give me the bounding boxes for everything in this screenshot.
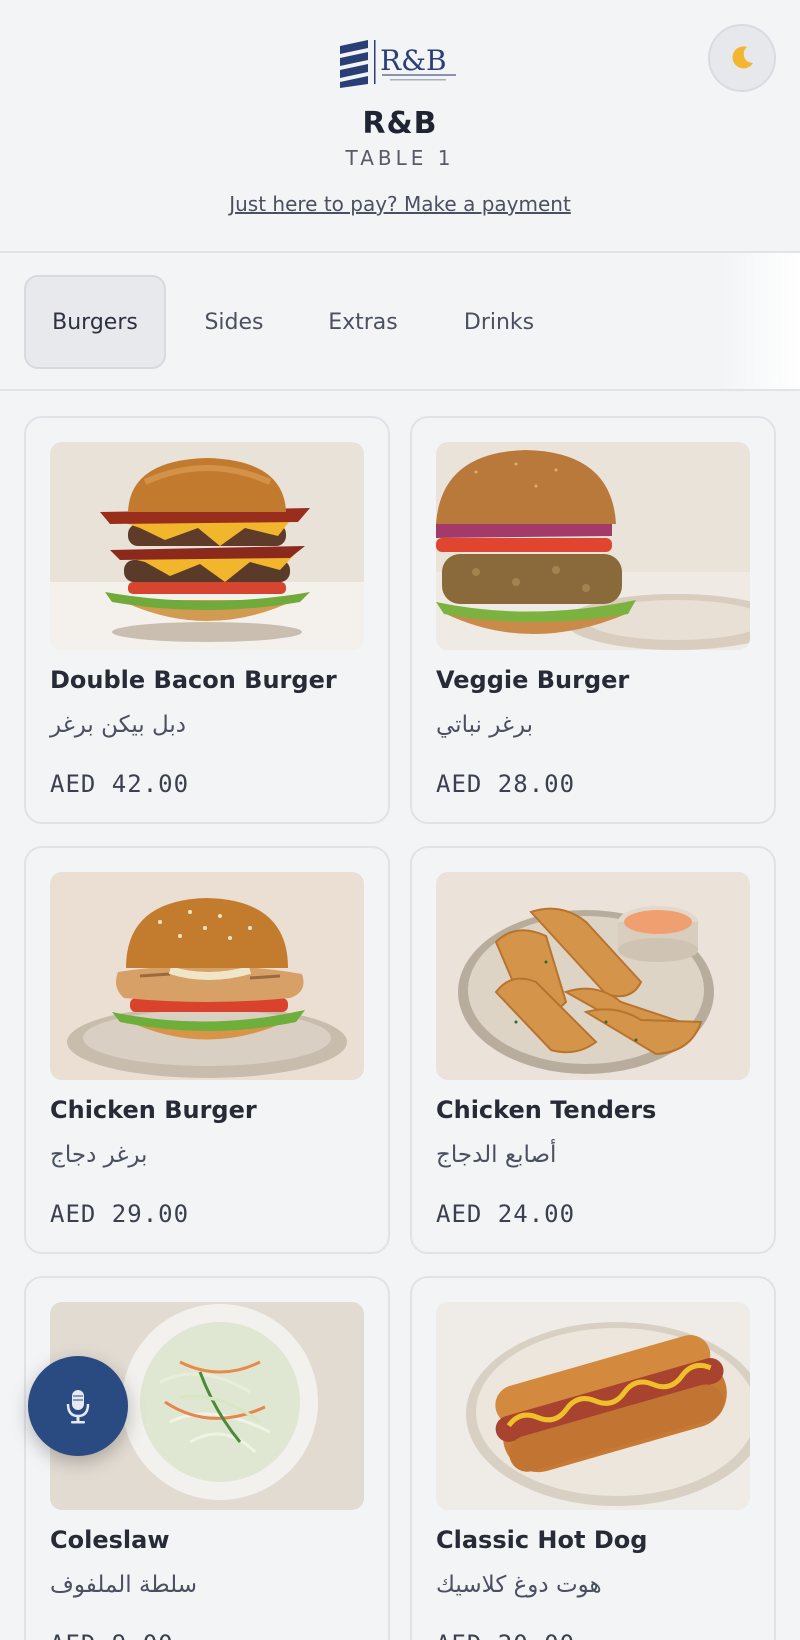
item-name: Classic Hot Dog (436, 1526, 648, 1554)
moon-icon (732, 46, 753, 69)
tab-drinks[interactable]: Drinks (448, 275, 550, 369)
item-name: Chicken Tenders (436, 1096, 657, 1124)
item-name-arabic: برغر نباتي (436, 712, 534, 738)
item-price: AED 20.00 (436, 1630, 575, 1640)
logo-text: R&B (380, 44, 447, 77)
theme-toggle-button[interactable] (708, 24, 776, 92)
item-name: Chicken Burger (50, 1096, 257, 1124)
item-name: Veggie Burger (436, 666, 630, 694)
item-name: Coleslaw (50, 1526, 170, 1554)
menu-item-card[interactable]: Veggie Burger برغر نباتي AED 28.00 (410, 416, 776, 824)
menu-item-card[interactable]: Classic Hot Dog هوت دوغ كلاسيك AED 20.00 (410, 1276, 776, 1640)
table-label: TABLE 1 (345, 146, 455, 170)
menu-page: R&B R&B TABLE 1 Just here to pay? Make a… (0, 0, 800, 1640)
item-price: AED 29.00 (50, 1200, 190, 1228)
item-name-arabic: هوت دوغ كلاسيك (436, 1572, 602, 1598)
item-price: AED 42.00 (50, 770, 190, 798)
item-price: AED 9.00 (50, 1630, 174, 1640)
chicken-tenders-image (436, 872, 750, 1080)
restaurant-logo: R&B (338, 38, 462, 88)
make-payment-link[interactable]: Just here to pay? Make a payment (0, 192, 800, 216)
microphone-icon (66, 1390, 90, 1424)
double-bacon-burger-image (50, 442, 364, 650)
veggie-burger-image (436, 442, 750, 650)
tab-burgers[interactable]: Burgers (24, 275, 166, 369)
voice-order-button[interactable] (28, 1356, 128, 1456)
chicken-burger-image (50, 872, 364, 1080)
classic-hot-dog-image (436, 1302, 750, 1510)
tab-sides[interactable]: Sides (186, 275, 282, 369)
item-name-arabic: برغر دجاج (50, 1142, 148, 1168)
item-price: AED 28.00 (436, 770, 576, 798)
item-name-arabic: دبل بيكن برغر (50, 712, 187, 738)
header: R&B R&B TABLE 1 Just here to pay? Make a… (0, 0, 800, 253)
menu-item-card[interactable]: Coleslaw سلطة الملفوف AED 9.00 (24, 1276, 390, 1640)
item-name: Double Bacon Burger (50, 666, 337, 694)
restaurant-name: R&B (362, 106, 438, 141)
category-tabs: Burgers Sides Extras Drinks (0, 253, 800, 391)
menu-item-card[interactable]: Double Bacon Burger دبل بيكن برغر AED 42… (24, 416, 390, 824)
item-price: AED 24.00 (436, 1200, 576, 1228)
item-name-arabic: أصابع الدجاج (436, 1142, 557, 1168)
menu-item-card[interactable]: Chicken Tenders أصابع الدجاج AED 24.00 (410, 846, 776, 1254)
menu-item-card[interactable]: Chicken Burger برغر دجاج AED 29.00 (24, 846, 390, 1254)
tab-extras[interactable]: Extras (310, 275, 416, 369)
item-name-arabic: سلطة الملفوف (50, 1572, 198, 1598)
tabs-scroll-fade (720, 253, 800, 389)
